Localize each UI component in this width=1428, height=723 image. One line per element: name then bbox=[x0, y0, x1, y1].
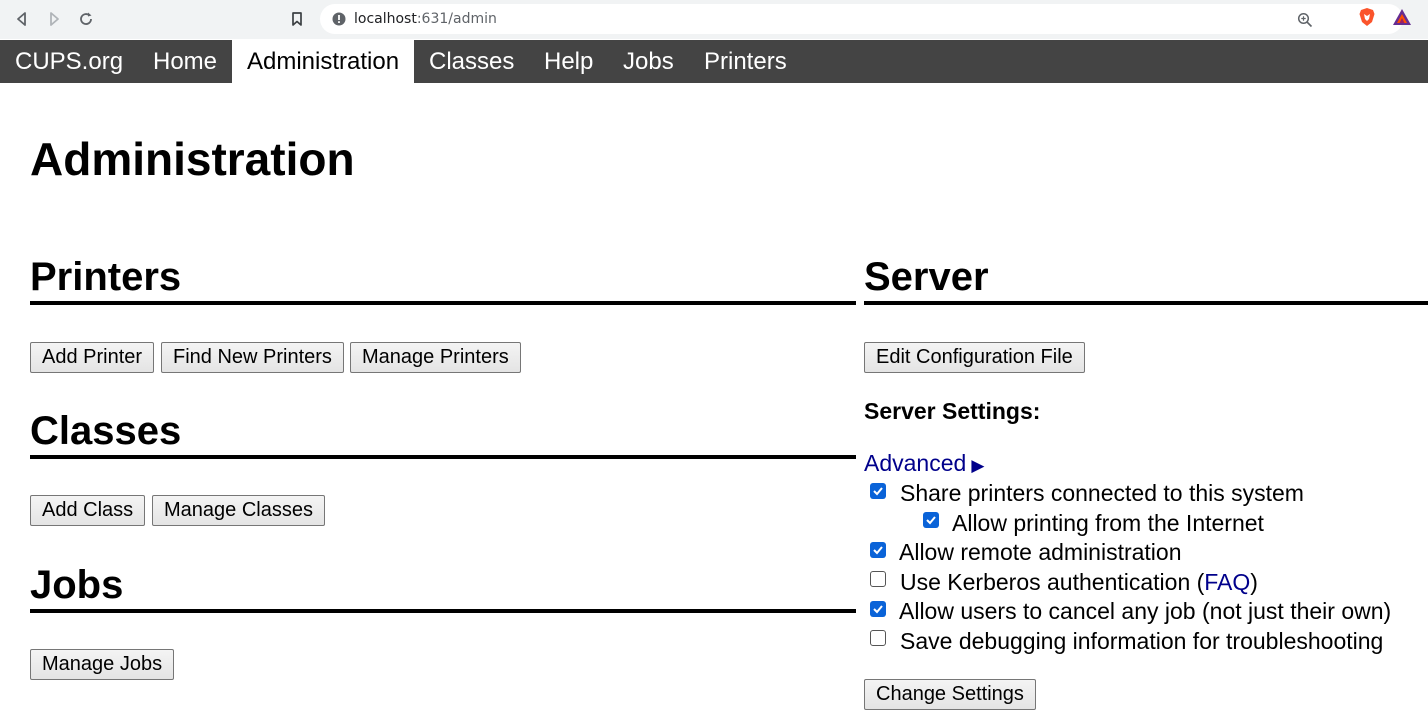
checkmark-icon bbox=[873, 546, 883, 555]
server-settings-label: Server Settings: bbox=[864, 398, 1041, 424]
kerberos-checkbox[interactable] bbox=[870, 571, 886, 587]
server-divider bbox=[864, 301, 1428, 305]
edit-configuration-file-button[interactable]: Edit Configuration File bbox=[864, 342, 1085, 373]
address-bar[interactable]: localhost:631/admin bbox=[320, 4, 1403, 34]
nav-tab-cups-org[interactable]: CUPS.org bbox=[0, 40, 138, 83]
add-printer-button[interactable]: Add Printer bbox=[30, 342, 155, 373]
site-info-icon[interactable] bbox=[332, 12, 346, 31]
manage-classes-button[interactable]: Manage Classes bbox=[152, 495, 325, 526]
printers-divider bbox=[30, 301, 856, 305]
manage-jobs-button[interactable]: Manage Jobs bbox=[30, 649, 175, 680]
nav-tab-printers[interactable]: Printers bbox=[689, 40, 802, 83]
expand-arrow-icon: ▶ bbox=[971, 456, 985, 475]
bookmark-button[interactable] bbox=[285, 8, 309, 30]
remote-admin-label: Allow remote administration bbox=[899, 539, 1182, 565]
debug-logging-label: Save debugging information for troublesh… bbox=[900, 628, 1384, 654]
cups-navigation-bar: CUPS.org Home Administration Classes Hel… bbox=[0, 40, 1428, 83]
share-printers-checkbox[interactable] bbox=[870, 483, 886, 499]
manage-printers-button[interactable]: Manage Printers bbox=[350, 342, 521, 373]
allow-internet-printing-label: Allow printing from the Internet bbox=[952, 510, 1264, 536]
cancel-any-job-label: Allow users to cancel any job (not just … bbox=[899, 598, 1392, 624]
share-printers-label: Share printers connected to this system bbox=[900, 480, 1304, 506]
checkmark-icon bbox=[926, 516, 936, 525]
allow-internet-printing-checkbox[interactable] bbox=[923, 512, 939, 528]
brave-shields-icon[interactable] bbox=[1358, 7, 1376, 32]
url-text: localhost:631/admin bbox=[354, 11, 497, 27]
bookmark-icon bbox=[292, 12, 302, 26]
classes-heading: Classes bbox=[30, 409, 182, 453]
forward-button[interactable] bbox=[42, 8, 66, 30]
checkmark-icon bbox=[873, 487, 883, 496]
find-new-printers-button[interactable]: Find New Printers bbox=[161, 342, 344, 373]
kerberos-label-text: Use Kerberos authentication ( bbox=[900, 569, 1205, 595]
nav-tab-jobs[interactable]: Jobs bbox=[608, 40, 689, 83]
nav-tab-classes[interactable]: Classes bbox=[414, 40, 529, 83]
debug-logging-checkbox[interactable] bbox=[870, 630, 886, 646]
change-settings-button[interactable]: Change Settings bbox=[864, 679, 1036, 710]
browser-toolbar: localhost:631/admin bbox=[0, 0, 1428, 39]
kerberos-label-close: ) bbox=[1250, 569, 1258, 595]
remote-admin-checkbox[interactable] bbox=[870, 542, 886, 558]
server-heading: Server bbox=[864, 255, 989, 299]
checkmark-icon bbox=[873, 605, 883, 614]
cancel-any-job-checkbox[interactable] bbox=[870, 601, 886, 617]
nav-tab-home[interactable]: Home bbox=[138, 40, 232, 83]
reload-icon bbox=[80, 12, 92, 25]
page-title: Administration bbox=[30, 133, 355, 185]
jobs-heading: Jobs bbox=[30, 563, 124, 607]
add-class-button[interactable]: Add Class bbox=[30, 495, 146, 526]
advanced-toggle-link[interactable]: Advanced ▶ bbox=[864, 450, 984, 477]
url-host: localhost bbox=[354, 11, 417, 27]
back-arrow-icon bbox=[17, 12, 26, 26]
reload-button[interactable] bbox=[74, 8, 98, 30]
faq-link[interactable]: FAQ bbox=[1204, 569, 1250, 595]
brave-rewards-icon[interactable] bbox=[1392, 8, 1412, 31]
zoom-icon[interactable] bbox=[1297, 12, 1313, 33]
jobs-divider bbox=[30, 609, 856, 613]
nav-tab-help[interactable]: Help bbox=[529, 40, 608, 83]
url-path: :631/admin bbox=[416, 11, 497, 27]
nav-tab-administration[interactable]: Administration bbox=[232, 40, 414, 83]
forward-arrow-icon bbox=[50, 12, 59, 26]
advanced-label: Advanced bbox=[864, 450, 967, 476]
classes-divider bbox=[30, 455, 856, 459]
printers-heading: Printers bbox=[30, 255, 182, 299]
back-button[interactable] bbox=[10, 8, 34, 30]
kerberos-label: Use Kerberos authentication (FAQ) bbox=[900, 568, 1258, 596]
